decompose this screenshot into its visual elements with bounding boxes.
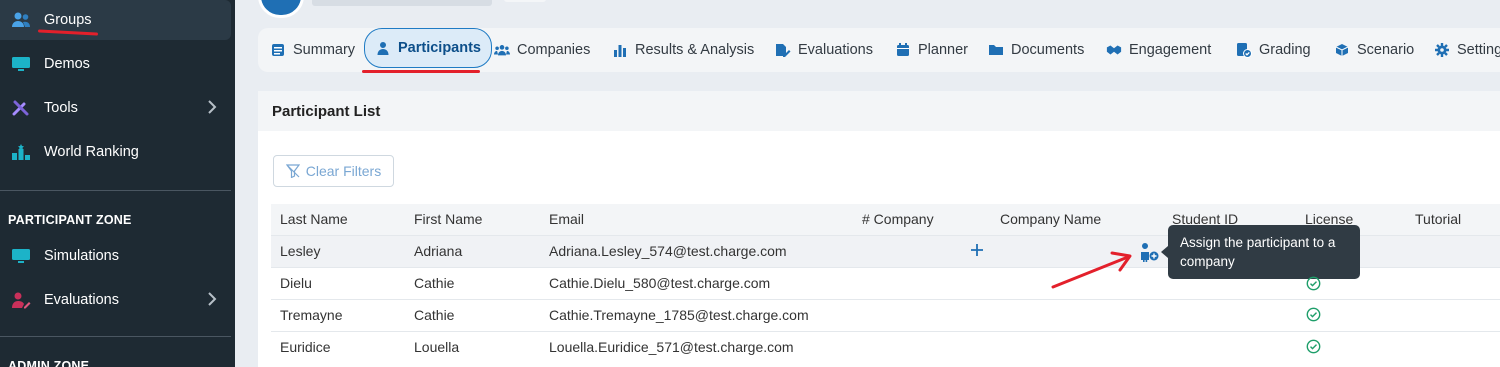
sidebar-item-label: Groups [44,12,92,28]
sidebar-item-label: Tools [44,100,78,116]
tab-label: Companies [517,42,591,58]
cell-last-name: Lesley [280,243,321,259]
sidebar-item-groups[interactable]: Groups [0,0,231,40]
panel-title: Participant List [258,91,1500,131]
folder-icon [988,42,1004,58]
monitor-icon [10,53,32,75]
tab-label: Settings [1457,42,1500,58]
annotation-arrow [1051,251,1132,289]
column-header[interactable]: Email [549,211,584,227]
annotation-underline [362,70,480,73]
participant-zone-title: PARTICIPANT ZONE [8,213,132,227]
sidebar-item-simulations[interactable]: Simulations [0,236,231,276]
assign-tooltip: Assign the participant to a company [1161,225,1360,279]
tab-engagement[interactable]: Engagement [1106,34,1211,66]
tab-label: Planner [918,42,968,58]
license-check-icon [1306,307,1321,322]
tab-companies[interactable]: Companies [494,34,590,66]
tab-label: Documents [1011,42,1085,58]
box-icon [1334,42,1350,58]
column-header[interactable]: Company Name [1000,211,1101,227]
grading-icon [1236,42,1252,58]
users-icon [10,9,32,31]
cell-last-name: Dielu [280,275,312,291]
tab-label: Scenario [1357,42,1415,58]
sidebar-item-label: Simulations [44,248,119,264]
tab-label: Results & Analysis [635,42,755,58]
gear-icon [1434,42,1450,58]
bar-chart-icon [612,42,628,58]
tab-documents[interactable]: Documents [988,34,1084,66]
sidebar-item-world-ranking[interactable]: World Ranking [0,132,231,172]
tab-label: Grading [1259,42,1311,58]
sidebar-item-label: World Ranking [44,144,139,160]
sidebar-divider [0,336,231,337]
tab-settings[interactable]: Settings [1434,34,1500,66]
cell-last-name: Tremayne [280,307,343,323]
tab-label: Evaluations [798,42,873,58]
sidebar-item-label: Evaluations [44,292,119,308]
add-company-button[interactable] [968,242,986,260]
column-header[interactable]: Tutorial [1415,211,1461,227]
cell-email: Cathie.Dielu_580@test.charge.com [549,275,771,291]
sidebar-item-evaluations[interactable]: Evaluations [0,280,231,320]
tab-planner[interactable]: Planner [895,34,968,66]
tab-label: Summary [293,42,356,58]
clear-filters-button[interactable]: Clear Filters [273,155,394,187]
column-header[interactable]: # Company [862,211,934,227]
tab-participants[interactable]: Participants [364,28,492,68]
sidebar: Groups Demos Tools World Ranking PARTICI… [0,0,235,367]
tab-results-analysis[interactable]: Results & Analysis [612,34,754,66]
cell-email: Cathie.Tremayne_1785@test.charge.com [549,307,809,323]
column-header[interactable]: Last Name [280,211,348,227]
admin-zone-title: ADMIN ZONE [8,359,90,367]
user-edit-icon [10,289,32,311]
cell-first-name: Cathie [414,275,455,291]
app-title-cropped [312,0,492,6]
list-icon [270,42,286,58]
tab-scenario[interactable]: Scenario [1334,34,1414,66]
cell-first-name: Louella [414,339,460,355]
users-icon [494,42,510,58]
sidebar-divider [0,190,231,191]
tab-grading[interactable]: Grading [1236,34,1311,66]
chevron-right-icon [207,99,217,119]
sidebar-item-demos[interactable]: Demos [0,44,231,84]
cell-email: Adriana.Lesley_574@test.charge.com [549,243,787,259]
monitor-icon [10,245,32,267]
cell-last-name: Euridice [280,339,331,355]
handshake-icon [1106,42,1122,58]
tab-evaluations[interactable]: Evaluations [775,34,873,66]
cell-first-name: Cathie [414,307,455,323]
chevron-right-icon [207,291,217,311]
tab-label: Participants [398,40,481,56]
assign-participant-icon[interactable] [1138,242,1160,262]
tools-icon [10,97,32,119]
cell-first-name: Adriana [414,243,463,259]
edit-icon [775,42,791,58]
tab-label: Engagement [1129,42,1212,58]
sidebar-item-label: Demos [44,56,90,72]
sidebar-item-tools[interactable]: Tools [0,88,231,128]
calendar-icon [895,42,911,58]
user-icon [375,40,391,56]
cell-email: Louella.Euridice_571@test.charge.com [549,339,794,355]
column-header[interactable]: First Name [414,211,482,227]
podium-icon [10,141,32,163]
tab-summary[interactable]: Summary [270,34,355,66]
filter-off-icon [285,164,300,178]
license-check-icon [1306,276,1321,291]
license-check-icon [1306,339,1321,354]
clear-filters-label: Clear Filters [305,163,382,179]
app-badge-cropped [504,0,546,2]
